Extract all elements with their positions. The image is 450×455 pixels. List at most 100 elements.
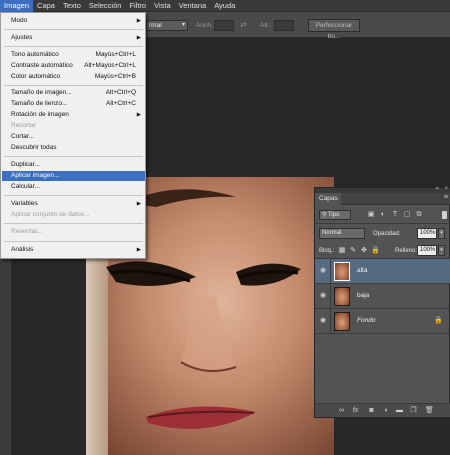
layer-filter-select[interactable]: ⚲ Tipo xyxy=(319,210,351,220)
eye-icon[interactable]: ◉ xyxy=(318,266,328,276)
divider xyxy=(330,259,331,284)
menu-item-tono-automatico[interactable]: Tono automático Mayús+Ctrl+L xyxy=(2,50,145,60)
menu-item-calcular[interactable]: Calcular... xyxy=(2,182,145,192)
submenu-arrow-icon: ▶ xyxy=(136,112,141,118)
refine-edge-button[interactable]: Perfeccionar bo... xyxy=(308,19,360,40)
menu-separator xyxy=(4,85,143,86)
adjustment-layer-icon[interactable]: ◑ xyxy=(381,406,390,416)
type-filter-icon[interactable]: T xyxy=(391,210,399,219)
menu-item-contraste-automatico[interactable]: Contraste automático Alt+Mayús+Ctrl+L xyxy=(2,61,145,71)
lock-image-icon[interactable]: ✎ xyxy=(349,246,357,255)
menu-bar: Imagen Capa Texto Selección Filtro Vista… xyxy=(0,0,450,12)
menu-item-label: Tamaño de imagen... xyxy=(11,89,72,96)
opacity-dropdown-icon[interactable]: ▾ xyxy=(438,228,445,239)
submenu-arrow-icon: ▶ xyxy=(136,35,141,41)
menu-vista[interactable]: Vista xyxy=(150,0,175,12)
menu-item-shortcut: Alt+Mayús+Ctrl+L xyxy=(84,62,136,69)
menu-item-label: Color automático xyxy=(11,73,61,80)
menu-item-label: Análisis xyxy=(11,246,34,253)
opacity-field[interactable]: 100% xyxy=(417,228,437,239)
panel-tab-bar: Capas ≡ xyxy=(315,193,450,205)
filter-toggle-icon[interactable] xyxy=(442,211,447,219)
menu-item-rotacion-imagen[interactable]: Rotación de imagen ▶ xyxy=(2,110,145,120)
menu-ayuda[interactable]: Ayuda xyxy=(210,0,239,12)
width-label: Anch.: xyxy=(196,22,215,29)
height-field[interactable] xyxy=(274,20,294,31)
menu-item-label: Descubrir todas xyxy=(11,144,57,151)
new-group-icon[interactable]: ▬ xyxy=(395,406,404,416)
smart-object-filter-icon[interactable]: ⧉ xyxy=(415,210,423,219)
menu-seleccion[interactable]: Selección xyxy=(85,0,126,12)
divider xyxy=(330,284,331,309)
fill-dropdown-icon[interactable]: ▾ xyxy=(438,245,445,256)
menu-item-label: Calcular... xyxy=(11,183,40,190)
menu-item-tamano-imagen[interactable]: Tamaño de imagen... Alt+Ctrl+Q xyxy=(2,88,145,98)
shape-filter-icon[interactable]: ▢ xyxy=(403,210,411,219)
layer-row-baja[interactable]: ◉ baja xyxy=(315,284,450,309)
style-select[interactable]: rmal ▾ xyxy=(146,20,188,31)
menu-capa[interactable]: Capa xyxy=(33,0,59,12)
menu-item-shortcut: Mayús+Ctrl+B xyxy=(94,73,136,80)
blend-mode-value: Normal xyxy=(322,230,342,236)
menu-item-label: Contraste automático xyxy=(11,62,73,69)
lock-all-icon[interactable]: 🔒 xyxy=(371,246,380,255)
layer-row-alta[interactable]: ◉ alta xyxy=(315,259,450,284)
menu-item-analisis[interactable]: Análisis ▶ xyxy=(2,245,145,255)
menu-item-aplicar-imagen[interactable]: Aplicar imagen... xyxy=(2,171,145,181)
menu-item-shortcut: Mayús+Ctrl+L xyxy=(95,51,136,58)
menu-item-descubrir-todas[interactable]: Descubrir todas xyxy=(2,143,145,153)
menu-item-label: Cortar... xyxy=(11,133,35,140)
fill-field[interactable]: 100% xyxy=(417,245,437,256)
layer-name[interactable]: Fondo xyxy=(357,317,375,324)
menu-item-cortar[interactable]: Cortar... xyxy=(2,132,145,142)
blend-mode-select[interactable]: Normal xyxy=(319,228,365,239)
collapse-icon[interactable]: « xyxy=(436,186,439,192)
menu-item-label: Reventar... xyxy=(11,228,43,235)
adjustment-filter-icon[interactable]: ◐ xyxy=(379,210,387,219)
layer-style-icon[interactable]: fx xyxy=(351,406,360,416)
layer-name[interactable]: baja xyxy=(357,292,369,299)
panel-menu-icon[interactable]: ≡ xyxy=(444,194,448,201)
submenu-arrow-icon: ▶ xyxy=(136,201,141,207)
menu-item-shortcut: Alt+Ctrl+Q xyxy=(105,89,136,96)
eye-icon[interactable]: ◉ xyxy=(318,316,328,326)
menu-item-color-automatico[interactable]: Color automático Mayús+Ctrl+B xyxy=(2,72,145,82)
lock-transparent-icon[interactable]: ▦ xyxy=(338,246,346,255)
menu-filtro[interactable]: Filtro xyxy=(125,0,150,12)
layers-panel: « × Capas ≡ ⚲ Tipo ▣ ◐ T ▢ ⧉ Normal Opac… xyxy=(314,186,450,418)
menu-item-variables[interactable]: Variables ▶ xyxy=(2,199,145,209)
layers-panel-footer: ∞ fx ◙ ◑ ▬ ❐ 🗑 xyxy=(315,403,450,417)
menu-item-modo[interactable]: Modo ▶ xyxy=(2,16,145,26)
submenu-arrow-icon: ▶ xyxy=(136,247,141,253)
fill-label: Relleno: xyxy=(395,248,418,254)
menu-separator xyxy=(4,156,143,157)
close-icon[interactable]: × xyxy=(444,186,448,192)
trash-icon[interactable]: 🗑 xyxy=(425,406,434,416)
eye-icon[interactable]: ◉ xyxy=(318,291,328,301)
menu-item-label: Aplicar conjunto de datos... xyxy=(11,211,90,218)
pixel-filter-icon[interactable]: ▣ xyxy=(367,210,375,219)
swap-icon[interactable]: ⇄ xyxy=(240,20,247,29)
menu-separator xyxy=(4,223,143,224)
new-layer-icon[interactable]: ❐ xyxy=(409,406,418,416)
menu-ventana[interactable]: Ventana xyxy=(175,0,211,12)
add-mask-icon[interactable]: ◙ xyxy=(367,406,376,416)
menu-item-label: Aplicar imagen... xyxy=(11,172,60,179)
menu-item-label: Rotación de imagen xyxy=(11,111,69,118)
layer-filter-row: ⚲ Tipo ▣ ◐ T ▢ ⧉ xyxy=(315,206,450,224)
layer-name[interactable]: alta xyxy=(357,267,367,274)
tab-capas[interactable]: Capas xyxy=(315,193,341,205)
link-layers-icon[interactable]: ∞ xyxy=(337,406,346,416)
layer-thumbnail xyxy=(334,262,350,281)
menu-item-ajustes[interactable]: Ajustes ▶ xyxy=(2,33,145,43)
menu-item-duplicar[interactable]: Duplicar... xyxy=(2,160,145,170)
menu-item-label: Recortar xyxy=(11,122,36,129)
lock-position-icon[interactable]: ✥ xyxy=(360,246,368,255)
menu-item-label: Ajustes xyxy=(11,34,33,41)
width-field[interactable] xyxy=(214,20,234,31)
layer-row-fondo[interactable]: ◉ Fondo 🔒 xyxy=(315,309,450,334)
menu-texto[interactable]: Texto xyxy=(59,0,85,12)
menu-item-tamano-lienzo[interactable]: Tamaño de lienzo... Alt+Ctrl+C xyxy=(2,99,145,109)
menu-imagen[interactable]: Imagen xyxy=(0,0,34,12)
divider xyxy=(330,309,331,334)
